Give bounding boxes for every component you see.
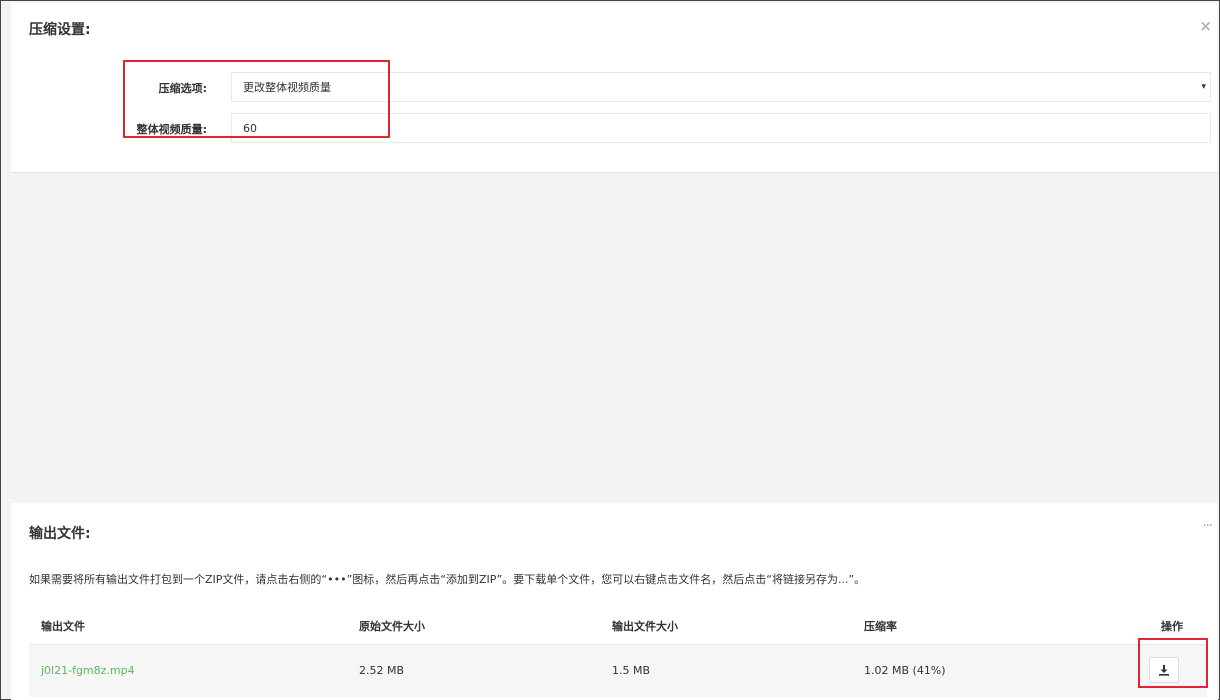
column-header-original-size: 原始文件大小 <box>359 620 425 633</box>
settings-title: 压缩设置: <box>29 22 91 38</box>
download-icon <box>1159 665 1169 676</box>
window-frame: 压缩设置: × 压缩选项: 更改整体视频质量 ▾ 整体视频质量: 60 输出文件… <box>0 0 1220 700</box>
close-icon[interactable]: × <box>1199 17 1212 35</box>
column-header-output-size: 输出文件大小 <box>612 620 678 633</box>
table-header: 输出文件 原始文件大小 输出文件大小 压缩率 操作 <box>29 613 1207 645</box>
output-file-link[interactable]: j0l21-fgm8z.mp4 <box>41 664 135 677</box>
compression-option-select[interactable]: 更改整体视频质量 ▾ <box>231 72 1211 102</box>
column-header-ratio: 压缩率 <box>864 620 897 633</box>
download-button[interactable] <box>1149 657 1179 683</box>
compression-option-value: 更改整体视频质量 <box>243 81 331 94</box>
ratio-cell: 1.02 MB (41%) <box>864 664 946 677</box>
instructions-text: 如果需要将所有输出文件打包到一个ZIP文件，请点击右侧的“•••”图标，然后再点… <box>29 573 866 586</box>
column-header-actions: 操作 <box>1161 620 1183 633</box>
output-size-cell: 1.5 MB <box>612 664 651 677</box>
chevron-down-icon: ▾ <box>1201 82 1206 92</box>
original-size-cell: 2.52 MB <box>359 664 405 677</box>
more-icon[interactable]: ··· <box>1203 519 1213 534</box>
compression-settings-panel: 压缩设置: × 压缩选项: 更改整体视频质量 ▾ 整体视频质量: 60 <box>11 3 1218 173</box>
quality-value: 60 <box>243 121 257 135</box>
table-row: j0l21-fgm8z.mp4 2.52 MB 1.5 MB 1.02 MB (… <box>29 645 1207 697</box>
output-files-panel: 输出文件: ··· 如果需要将所有输出文件打包到一个ZIP文件，请点击右侧的“•… <box>11 503 1218 700</box>
column-header-output-file: 输出文件 <box>41 620 85 633</box>
quality-input[interactable]: 60 <box>231 113 1211 143</box>
output-title: 输出文件: <box>29 526 91 542</box>
compression-option-label: 压缩选项: <box>158 82 207 95</box>
quality-label: 整体视频质量: <box>136 123 207 136</box>
